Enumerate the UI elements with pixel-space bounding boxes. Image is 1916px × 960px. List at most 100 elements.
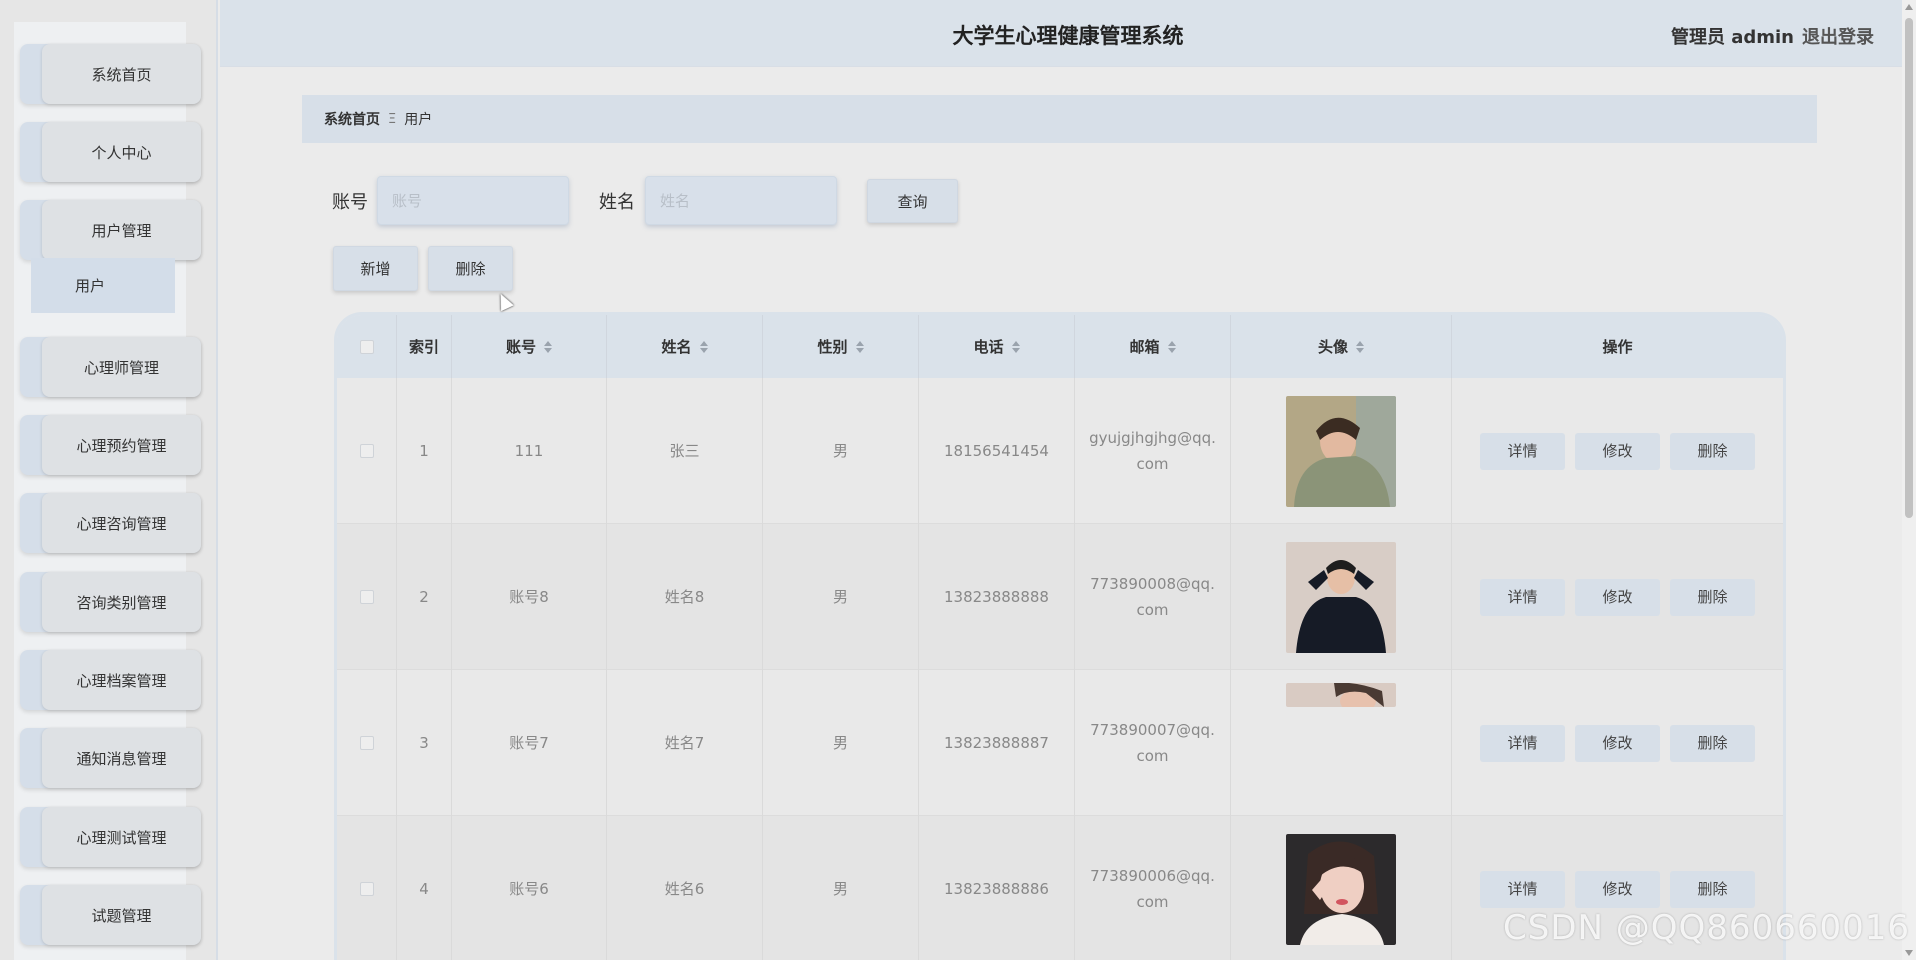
sidebar-item-label: 用户管理 bbox=[42, 200, 201, 260]
operations-cell: 详情 修改 删除 bbox=[1452, 378, 1783, 524]
scrollbar-thumb[interactable] bbox=[1905, 18, 1913, 518]
index-cell: 1 bbox=[397, 378, 452, 524]
sort-icon[interactable] bbox=[1011, 340, 1020, 353]
delete-button[interactable]: 删除 bbox=[1670, 870, 1755, 908]
column-header-label: 电话 bbox=[973, 338, 1004, 356]
avatar-image bbox=[1286, 683, 1396, 707]
scroll-up-icon[interactable] bbox=[1905, 4, 1913, 10]
select-all-checkbox[interactable] bbox=[359, 339, 374, 354]
delete-button[interactable]: 删除 bbox=[1670, 578, 1755, 616]
table-row: 3 账号7 姓名7 男 13823888887 773890007@qq.com… bbox=[337, 670, 1783, 816]
sidebar-item-personal-center[interactable]: 个人中心 bbox=[20, 122, 201, 182]
phone-cell: 13823888888 bbox=[919, 524, 1075, 670]
sidebar-item-label: 咨询类别管理 bbox=[42, 572, 201, 632]
sidebar-item-question-management[interactable]: 试题管理 bbox=[20, 885, 201, 945]
edit-button[interactable]: 修改 bbox=[1575, 724, 1660, 762]
breadcrumb-separator-icon: Ξ bbox=[388, 111, 397, 127]
row-select-cell bbox=[337, 378, 397, 524]
edit-button[interactable]: 修改 bbox=[1575, 432, 1660, 470]
sort-icon[interactable] bbox=[1167, 340, 1176, 353]
row-checkbox[interactable] bbox=[359, 736, 374, 750]
sidebar-item-label: 试题管理 bbox=[42, 885, 201, 945]
sidebar-item-user-management[interactable]: 用户管理 bbox=[20, 200, 201, 260]
row-checkbox[interactable] bbox=[359, 590, 374, 604]
name-search-input[interactable] bbox=[645, 176, 837, 225]
breadcrumb-home[interactable]: 系统首页 bbox=[324, 109, 380, 129]
sidebar-item-label: 个人中心 bbox=[42, 122, 201, 182]
column-header-index: 索引 bbox=[397, 315, 452, 378]
query-button[interactable]: 查询 bbox=[867, 179, 958, 223]
sidebar-item-label: 心理档案管理 bbox=[42, 650, 201, 710]
index-cell: 3 bbox=[397, 670, 452, 816]
detail-button[interactable]: 详情 bbox=[1480, 870, 1565, 908]
email-cell: 773890007@qq.com bbox=[1075, 670, 1231, 816]
delete-button[interactable]: 删除 bbox=[1670, 724, 1755, 762]
gender-cell: 男 bbox=[763, 378, 919, 524]
account-search-input[interactable] bbox=[377, 176, 569, 225]
sidebar-item-consultation-management[interactable]: 心理咨询管理 bbox=[20, 493, 201, 553]
scroll-down-icon[interactable] bbox=[1905, 950, 1913, 956]
logout-label[interactable]: 退出登录 bbox=[1802, 27, 1874, 48]
sidebar-item-label: 心理咨询管理 bbox=[42, 493, 201, 553]
row-checkbox[interactable] bbox=[359, 882, 374, 896]
page-scrollbar[interactable] bbox=[1902, 0, 1916, 960]
avatar-cell bbox=[1231, 378, 1452, 524]
breadcrumb-current: 用户 bbox=[404, 112, 433, 128]
mouse-cursor-icon bbox=[494, 290, 514, 312]
index-cell: 2 bbox=[397, 524, 452, 670]
batch-delete-button[interactable]: 删除 bbox=[428, 246, 513, 291]
sidebar-item-appointment-management[interactable]: 心理预约管理 bbox=[20, 415, 201, 475]
table-row: 2 账号8 姓名8 男 13823888888 773890008@qq.com… bbox=[337, 524, 1783, 670]
sort-icon[interactable] bbox=[1356, 340, 1364, 353]
sidebar-item-archive-management[interactable]: 心理档案管理 bbox=[20, 650, 201, 710]
operations-cell: 详情 修改 删除 bbox=[1452, 670, 1783, 816]
sort-icon[interactable] bbox=[699, 340, 708, 353]
sort-icon[interactable] bbox=[855, 340, 864, 353]
sidebar-item-category-management[interactable]: 咨询类别管理 bbox=[20, 572, 201, 632]
edit-button[interactable]: 修改 bbox=[1575, 578, 1660, 616]
detail-button[interactable]: 详情 bbox=[1480, 578, 1565, 616]
column-header-gender[interactable]: 性别 bbox=[763, 315, 919, 378]
column-header-name[interactable]: 姓名 bbox=[607, 315, 763, 378]
sort-icon[interactable] bbox=[544, 340, 552, 353]
logout-link[interactable]: 退出登录 bbox=[1802, 23, 1874, 49]
sidebar-subitem-user[interactable]: 用户 bbox=[31, 258, 175, 313]
avatar-image bbox=[1286, 541, 1396, 653]
column-header-account[interactable]: 账号 bbox=[452, 315, 607, 378]
sidebar-item-test-management[interactable]: 心理测试管理 bbox=[20, 807, 201, 867]
column-header-email[interactable]: 邮箱 bbox=[1075, 315, 1231, 378]
edit-button[interactable]: 修改 bbox=[1575, 870, 1660, 908]
column-header-label: 邮箱 bbox=[1129, 338, 1160, 356]
avatar-image bbox=[1286, 833, 1396, 945]
system-title: 大学生心理健康管理系统 bbox=[952, 24, 1184, 48]
sidebar-item-label: 心理测试管理 bbox=[42, 807, 201, 867]
column-header-phone[interactable]: 电话 bbox=[919, 315, 1075, 378]
breadcrumb: 系统首页 Ξ 用户 bbox=[302, 95, 1817, 143]
name-cell: 姓名8 bbox=[607, 524, 763, 670]
sidebar-item-home[interactable]: 系统首页 bbox=[20, 44, 201, 104]
detail-button[interactable]: 详情 bbox=[1480, 724, 1565, 762]
add-button[interactable]: 新增 bbox=[333, 246, 418, 291]
admin-label: 管理员 admin bbox=[1670, 27, 1794, 48]
row-select-cell bbox=[337, 524, 397, 670]
column-header-avatar[interactable]: 头像 bbox=[1231, 315, 1452, 378]
sidebar-item-label: 心理预约管理 bbox=[42, 415, 201, 475]
sidebar-item-notice-management[interactable]: 通知消息管理 bbox=[20, 728, 201, 788]
detail-button[interactable]: 详情 bbox=[1480, 432, 1565, 470]
sidebar-subitem-label: 用户 bbox=[75, 277, 106, 295]
delete-button[interactable]: 删除 bbox=[1670, 432, 1755, 470]
account-cell: 账号7 bbox=[452, 670, 607, 816]
column-header-label: 索引 bbox=[408, 338, 439, 356]
avatar-cell bbox=[1231, 670, 1452, 816]
email-cell: 773890008@qq.com bbox=[1075, 524, 1231, 670]
column-header-label: 头像 bbox=[1317, 338, 1348, 356]
row-checkbox[interactable] bbox=[359, 444, 374, 458]
name-cell: 姓名7 bbox=[607, 670, 763, 816]
column-header-label: 账号 bbox=[505, 338, 536, 356]
sidebar: 系统首页 个人中心 用户管理 用户 心理师管理 心理预约管理 心理咨询管理 咨询… bbox=[0, 0, 218, 960]
email-cell: gyujgjhgjhg@qq.com bbox=[1075, 378, 1231, 524]
index-cell: 4 bbox=[397, 816, 452, 960]
operations-cell: 详情 修改 删除 bbox=[1452, 524, 1783, 670]
sidebar-item-counselor-management[interactable]: 心理师管理 bbox=[20, 337, 201, 397]
gender-cell: 男 bbox=[763, 816, 919, 960]
